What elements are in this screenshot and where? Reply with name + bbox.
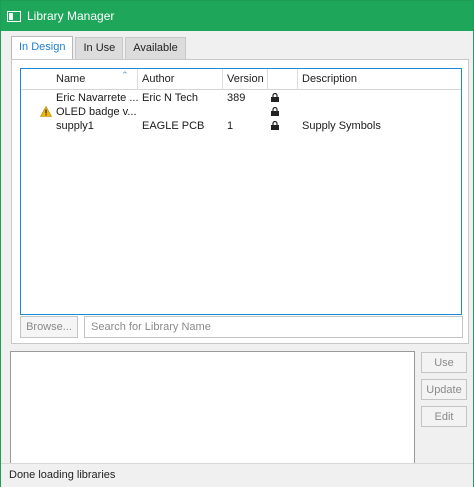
status-text: Done loading libraries xyxy=(9,469,116,481)
row-description: Supply Symbols xyxy=(302,120,381,132)
update-button[interactable]: Update xyxy=(421,379,467,400)
column-header-description[interactable]: Description xyxy=(298,69,461,90)
tab-in-design[interactable]: In Design xyxy=(11,36,74,60)
row-description xyxy=(298,105,461,119)
row-version: 1 xyxy=(227,120,234,132)
lock-icon xyxy=(271,107,279,116)
tab-available[interactable]: Available xyxy=(125,37,186,59)
column-header-lock[interactable] xyxy=(268,69,298,90)
use-button[interactable]: Use xyxy=(421,352,467,373)
window-icon xyxy=(7,10,21,22)
table-row[interactable]: OLED badge v... xyxy=(21,105,461,119)
row-name: supply1 xyxy=(56,120,94,132)
window-title: Library Manager xyxy=(27,9,115,23)
row-name: Eric Navarrete ... xyxy=(56,92,138,104)
edit-button[interactable]: Edit xyxy=(421,406,467,427)
row-description xyxy=(298,91,461,105)
warning-icon xyxy=(40,106,52,117)
status-bar: Done loading libraries xyxy=(1,463,473,487)
row-version: 389 xyxy=(227,92,246,104)
column-header-name[interactable]: ⌃ Name xyxy=(52,69,138,90)
in-design-panel: ⌃ Name Author Version Description Eric N… xyxy=(11,59,469,344)
row-author: Eric N Tech xyxy=(142,92,199,104)
tab-in-use[interactable]: In Use xyxy=(75,37,124,59)
row-author xyxy=(138,105,223,119)
library-table[interactable]: ⌃ Name Author Version Description Eric N… xyxy=(20,68,462,315)
table-row[interactable]: supply1 EAGLE PCB 1 Supply Symbols xyxy=(21,119,461,133)
row-name: OLED badge v... xyxy=(56,106,137,118)
column-header-author[interactable]: Author xyxy=(138,69,223,90)
row-version xyxy=(223,105,268,119)
browse-button[interactable]: Browse... xyxy=(20,316,78,338)
title-bar[interactable]: Library Manager xyxy=(1,1,473,31)
table-row[interactable]: Eric Navarrete ... Eric N Tech 389 xyxy=(21,91,461,105)
column-header-version[interactable]: Version xyxy=(223,69,268,90)
row-author: EAGLE PCB xyxy=(142,120,205,132)
search-input[interactable] xyxy=(84,316,463,338)
table-header: ⌃ Name Author Version Description xyxy=(21,69,461,90)
sort-ascending-icon: ⌃ xyxy=(121,70,129,80)
library-manager-window: Library Manager In Design In Use Availab… xyxy=(0,0,474,487)
tab-bar: In Design In Use Available xyxy=(11,36,188,60)
lock-icon xyxy=(271,93,279,102)
lock-icon xyxy=(271,121,279,130)
